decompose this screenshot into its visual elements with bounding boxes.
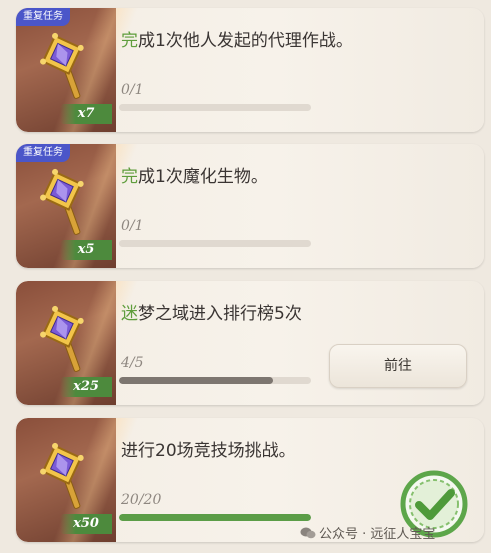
- progress-text: 0/1: [121, 218, 144, 234]
- reward-thumbnail: x50: [16, 418, 142, 542]
- title-highlight: 迷: [121, 304, 138, 324]
- progress-text: 20/20: [121, 492, 162, 508]
- progress-bar: [119, 514, 311, 521]
- task-title: 迷梦之域进入排行榜5次: [121, 299, 302, 324]
- reward-count: x5: [60, 240, 112, 260]
- repeat-task-badge: 重复任务: [16, 8, 70, 26]
- reward-thumbnail: x25: [16, 281, 142, 405]
- crystal-scepter-icon: [40, 32, 84, 99]
- progress-bar: [119, 104, 311, 111]
- progress-bar: [119, 377, 311, 384]
- progress-text: 4/5: [121, 355, 144, 371]
- reward-thumbnail: 重复任务 x7: [16, 8, 142, 132]
- progress-text: 0/1: [121, 82, 144, 98]
- title-highlight: 完: [121, 31, 138, 51]
- wechat-icon: [300, 527, 316, 539]
- repeat-task-badge: 重复任务: [16, 144, 70, 162]
- task-card-1[interactable]: 重复任务 x7 完成1次他人发起的代理作战。 0/1: [16, 8, 484, 132]
- task-title: 完成1次魔化生物。: [121, 162, 268, 187]
- title-text: 梦之域进入排行榜5次: [138, 304, 302, 324]
- crystal-scepter-icon: [40, 442, 84, 509]
- crystal-scepter-icon: [40, 305, 84, 372]
- progress-bar: [119, 240, 311, 247]
- progress-fill: [119, 377, 273, 384]
- progress-fill: [119, 514, 311, 521]
- watermark: 公众号 · 远征人宝宝: [300, 523, 435, 542]
- reward-count: x25: [60, 377, 112, 397]
- title-text: 进行20场竞技场挑战。: [121, 441, 296, 461]
- task-title: 完成1次他人发起的代理作战。: [121, 26, 353, 51]
- task-card-3[interactable]: x25 迷梦之域进入排行榜5次 4/5 前往: [16, 281, 484, 405]
- title-text: 成1次他人发起的代理作战。: [138, 31, 353, 51]
- crystal-scepter-icon: [40, 168, 84, 235]
- reward-count: x50: [60, 514, 112, 534]
- title-text: 成1次魔化生物。: [138, 167, 268, 187]
- reward-count: x7: [60, 104, 112, 124]
- watermark-text: 公众号 · 远征人宝宝: [319, 527, 436, 542]
- reward-thumbnail: 重复任务 x5: [16, 144, 142, 268]
- title-highlight: 完: [121, 167, 138, 187]
- task-title: 进行20场竞技场挑战。: [121, 436, 296, 461]
- go-button[interactable]: 前往: [329, 344, 467, 388]
- task-card-2[interactable]: 重复任务 x5 完成1次魔化生物。 0/1: [16, 144, 484, 268]
